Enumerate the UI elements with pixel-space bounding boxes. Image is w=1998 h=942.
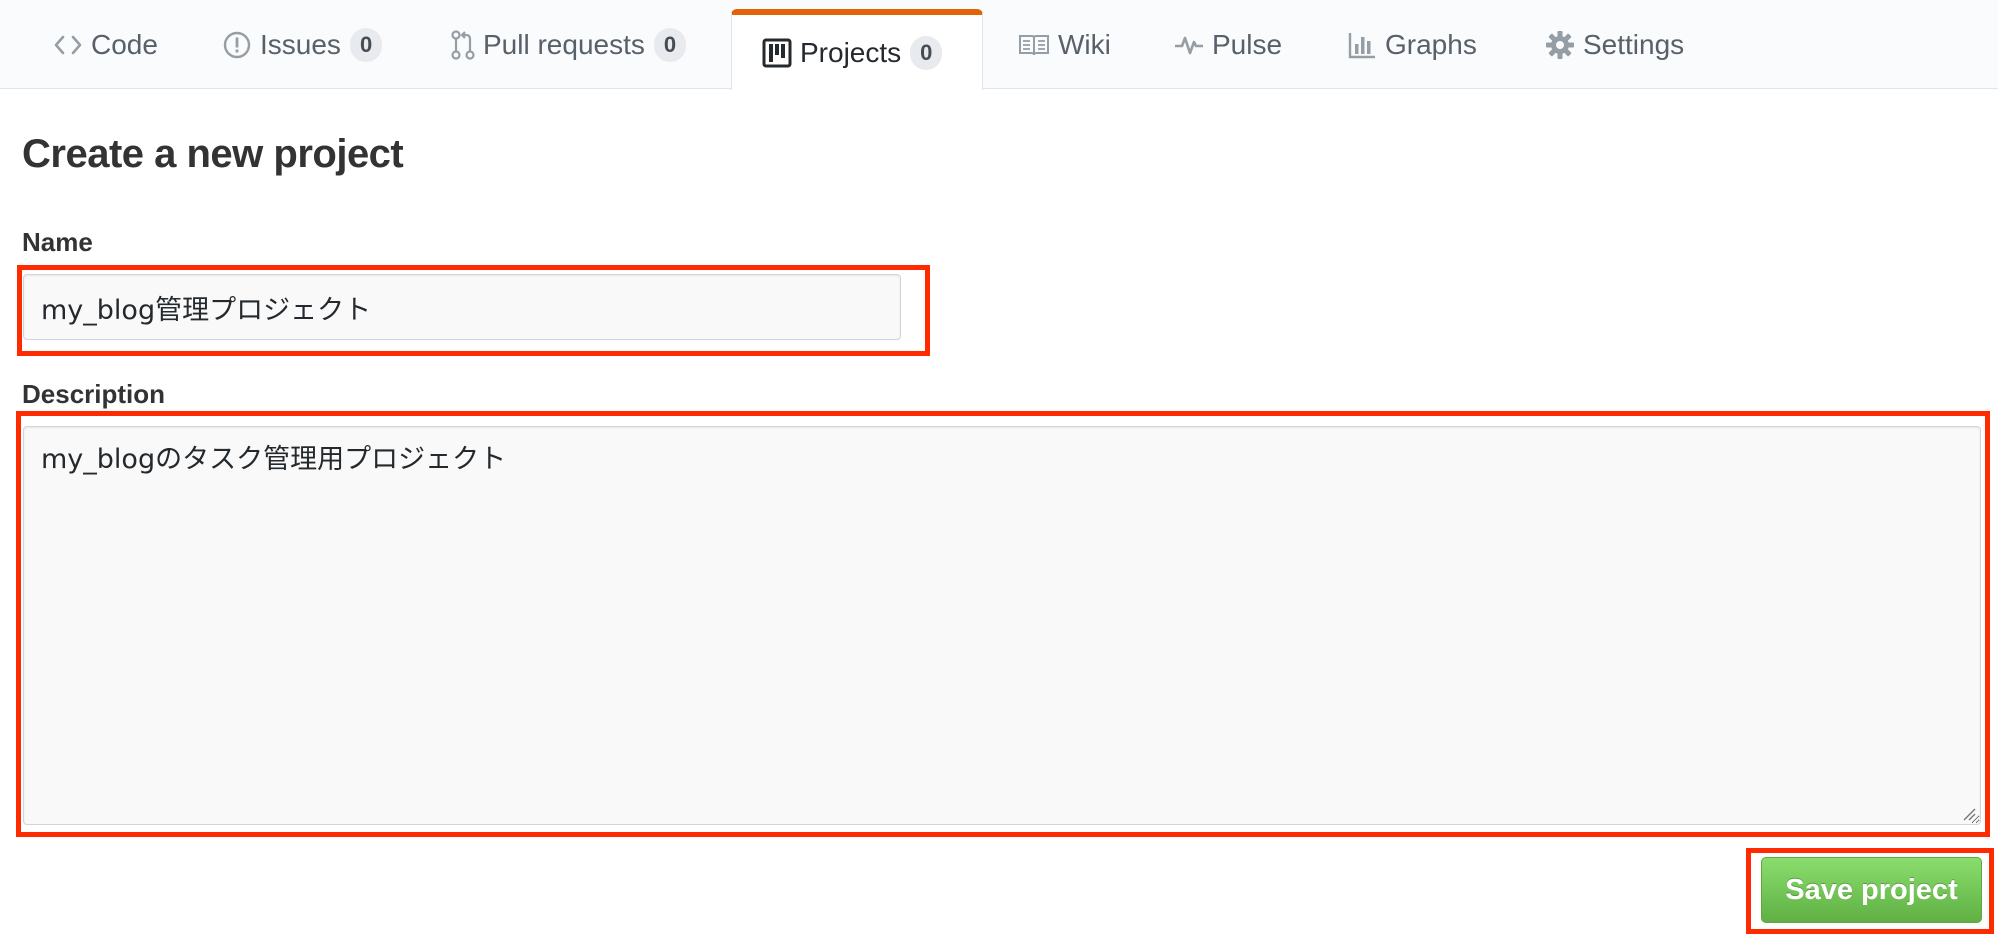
project-name-input[interactable] [23, 274, 901, 340]
tab-label: Code [91, 28, 158, 60]
tab-projects[interactable]: Projects 0 [731, 9, 983, 90]
tab-wiki[interactable]: Wiki [1018, 0, 1111, 89]
description-label: Description [22, 379, 166, 409]
repo-nav: Code Issues 0 Pull requests 0 Projects 0… [0, 0, 1998, 90]
tab-label: Pull requests [483, 28, 645, 60]
tab-label: Settings [1583, 28, 1685, 60]
tab-label: Graphs [1385, 28, 1477, 60]
tab-label: Wiki [1058, 28, 1111, 60]
save-project-button[interactable]: Save project [1761, 857, 1982, 923]
page-title: Create a new project [22, 132, 404, 176]
git-pull-request-icon [451, 29, 475, 61]
tab-issues[interactable]: Issues 0 [222, 0, 383, 89]
tab-code[interactable]: Code [53, 0, 158, 89]
project-description-textarea[interactable]: my_blogのタスク管理用プロジェクト [23, 426, 1981, 825]
name-label: Name [22, 227, 93, 257]
tab-pull-requests[interactable]: Pull requests 0 [451, 0, 687, 89]
tab-settings[interactable]: Settings [1545, 0, 1684, 89]
resize-grip-icon[interactable] [1962, 807, 1976, 821]
tab-label: Issues [260, 28, 341, 60]
tab-label: Pulse [1212, 28, 1283, 60]
book-icon [1018, 32, 1050, 58]
pull-requests-counter: 0 [653, 27, 687, 62]
issue-opened-icon [222, 30, 252, 60]
tab-pulse[interactable]: Pulse [1174, 0, 1282, 89]
graph-icon [1347, 30, 1377, 60]
pulse-icon [1174, 33, 1204, 57]
projects-counter: 0 [910, 35, 943, 70]
project-icon [762, 38, 792, 68]
code-icon [53, 33, 83, 57]
issues-counter: 0 [349, 27, 383, 62]
tab-label: Projects [800, 36, 902, 68]
tab-graphs[interactable]: Graphs [1347, 0, 1477, 89]
gear-icon [1545, 30, 1575, 60]
